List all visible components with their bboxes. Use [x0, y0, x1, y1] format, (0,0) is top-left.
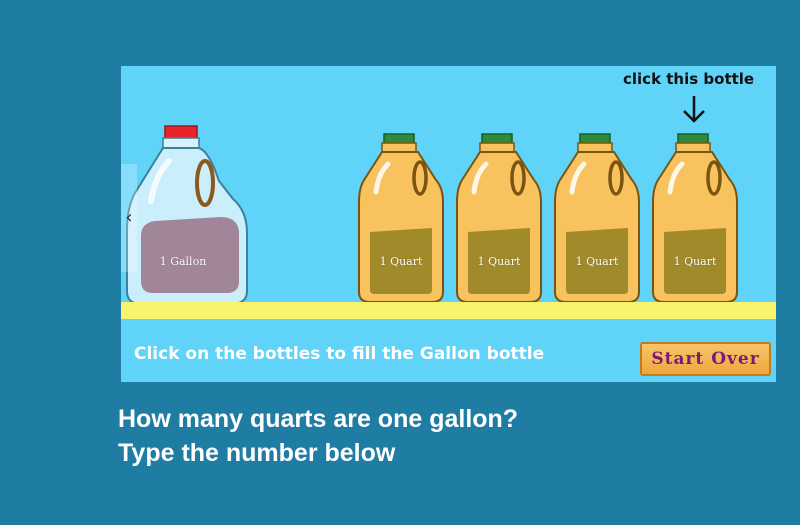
- quart-bottle-3[interactable]: [552, 132, 642, 304]
- chevron-left-icon: ‹: [125, 207, 133, 228]
- gallon-bottle: [126, 125, 248, 305]
- quart-bottle-1[interactable]: [356, 132, 446, 304]
- jug-icon: [456, 133, 542, 303]
- previous-arrow[interactable]: ‹: [121, 164, 137, 272]
- quart-bottle-4[interactable]: [650, 132, 740, 304]
- instruction-text: Click on the bottles to fill the Gallon …: [134, 344, 545, 364]
- hint-text: click this bottle: [623, 70, 755, 88]
- jug-icon: [358, 133, 444, 303]
- gallon-label: 1 Gallon: [159, 255, 207, 268]
- quart-bottle-2[interactable]: [454, 132, 544, 304]
- quart-label-3: 1 Quart: [575, 255, 619, 268]
- question-line-2: Type the number below: [118, 439, 396, 467]
- quart-label-4: 1 Quart: [673, 255, 717, 268]
- down-arrow-icon: [683, 96, 705, 123]
- jug-icon: [554, 133, 640, 303]
- quart-label-1: 1 Quart: [379, 255, 423, 268]
- question: How many quarts are one gallon? Type the…: [118, 402, 518, 470]
- question-line-1: How many quarts are one gallon?: [118, 405, 519, 433]
- jug-icon: [652, 133, 738, 303]
- gallon-cap: [164, 125, 198, 140]
- interactive-stage: 1 Gallon ‹ 1 Quart 1 Quart 1 Quart 1 Qua…: [121, 66, 776, 382]
- shelf: [121, 302, 776, 319]
- start-over-button[interactable]: Start Over: [640, 342, 771, 376]
- quart-label-2: 1 Quart: [477, 255, 521, 268]
